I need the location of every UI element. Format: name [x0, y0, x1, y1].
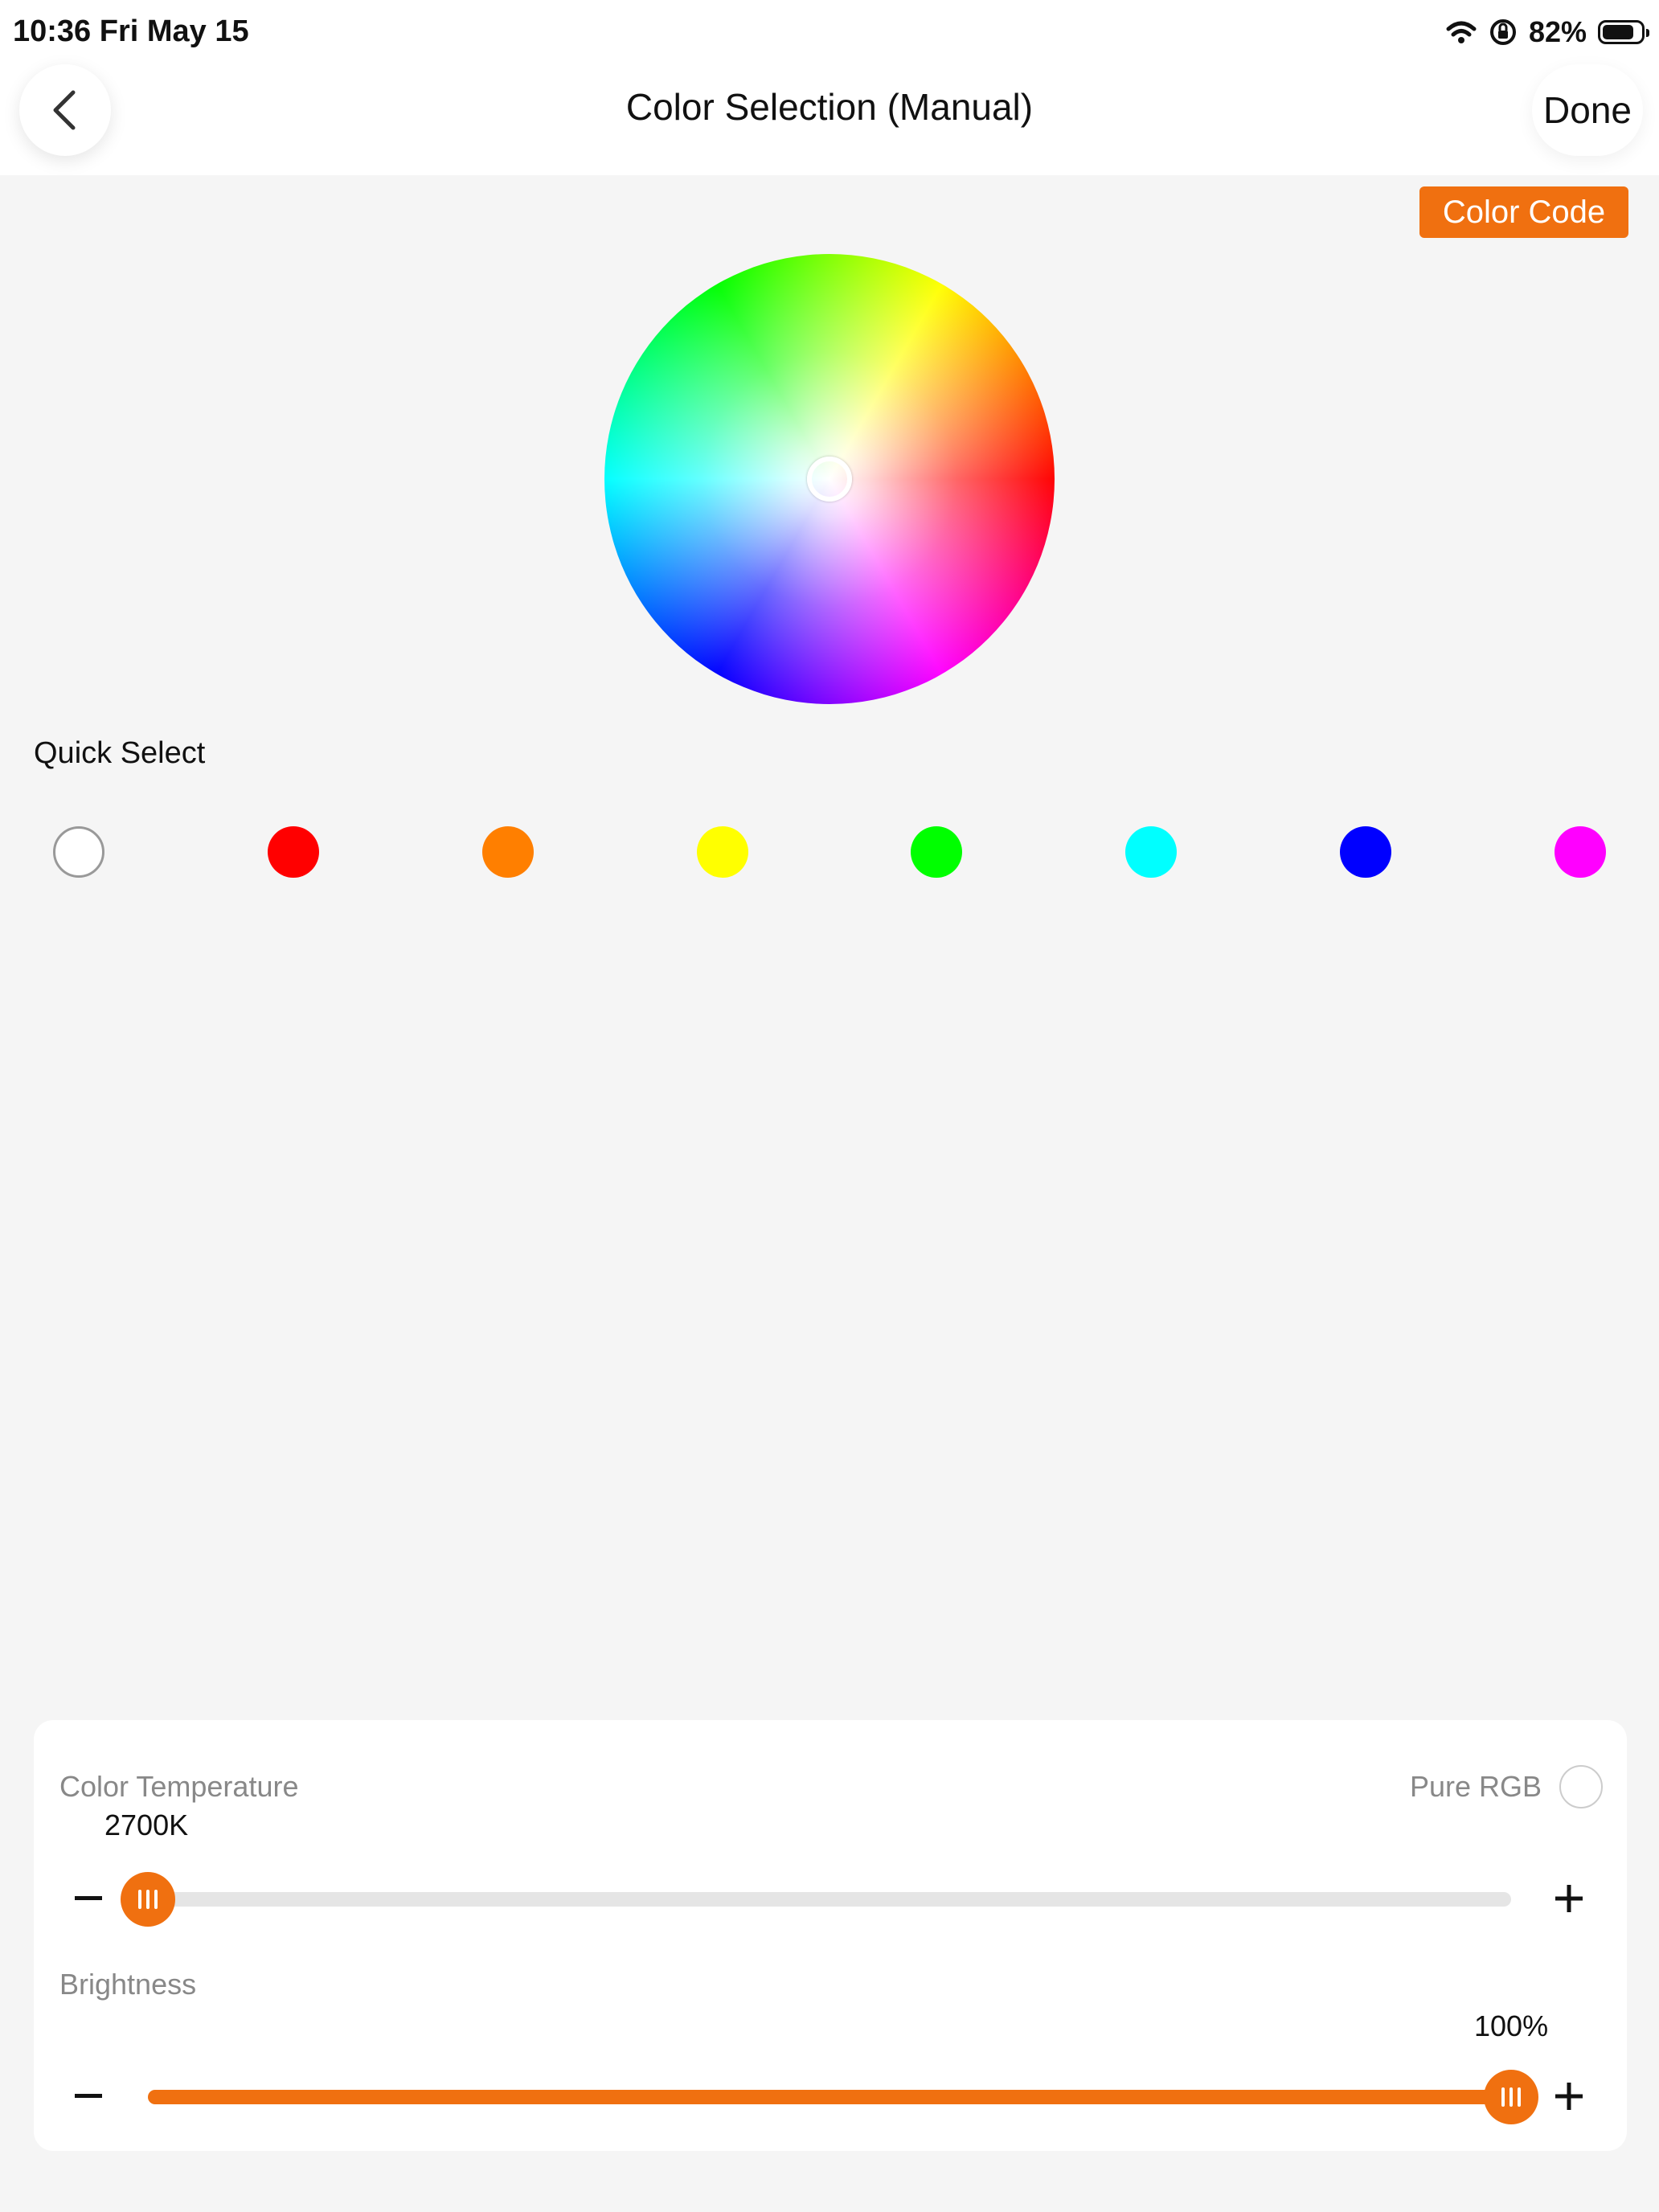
quick-select-swatch[interactable] [1555, 826, 1606, 878]
color-temperature-value: 2700K [104, 1809, 189, 1841]
color-code-button[interactable]: Color Code [1419, 186, 1628, 238]
temperature-decrease-button[interactable] [64, 1874, 113, 1923]
minus-icon [75, 1896, 102, 1900]
plus-icon [1555, 2083, 1583, 2110]
temperature-increase-button[interactable] [1545, 1874, 1593, 1923]
brightness-increase-button[interactable] [1545, 2072, 1593, 2120]
color-wheel-cursor[interactable] [807, 457, 852, 502]
top-bar: 10:36 Fri May 15 82% Color Selection (Ma… [0, 0, 1659, 175]
quick-select-swatch[interactable] [696, 826, 748, 878]
quick-select-label: Quick Select [34, 736, 206, 770]
plus-icon [1555, 1885, 1583, 1912]
brightness-value: 100% [1474, 2009, 1549, 2042]
battery-percent: 82% [1528, 15, 1587, 48]
quick-select-swatch[interactable] [481, 826, 534, 878]
brightness-label: Brightness [59, 1968, 197, 2001]
color-temperature-slider-track[interactable] [148, 1892, 1511, 1907]
minus-icon [75, 2094, 102, 2098]
brightness-slider-handle[interactable] [1484, 2070, 1538, 2124]
done-button[interactable]: Done [1532, 64, 1643, 156]
quick-select-swatch[interactable] [267, 826, 319, 878]
pure-rgb-label: Pure RGB [1410, 1770, 1542, 1803]
quick-select-swatch[interactable] [53, 826, 104, 878]
color-temperature-label: Color Temperature [59, 1770, 299, 1803]
status-indicators: 82% [1445, 13, 1649, 51]
battery-icon [1598, 20, 1649, 44]
battery-fill [1603, 25, 1633, 39]
color-temperature-slider-handle[interactable] [121, 1872, 175, 1927]
quick-select-swatch[interactable] [1125, 826, 1178, 878]
orientation-lock-icon [1489, 19, 1516, 45]
pure-rgb-radio[interactable] [1559, 1765, 1603, 1809]
page-title: Color Selection (Manual) [625, 86, 1034, 128]
status-time: 10:36 Fri May 15 [13, 14, 249, 48]
brightness-slider-track[interactable] [148, 2090, 1511, 2104]
brightness-decrease-button[interactable] [64, 2072, 113, 2120]
brightness-slider-fill [148, 2090, 1511, 2104]
quick-select-swatch[interactable] [911, 826, 963, 878]
quick-select-swatch[interactable] [1340, 826, 1392, 878]
wifi-icon [1446, 21, 1477, 43]
